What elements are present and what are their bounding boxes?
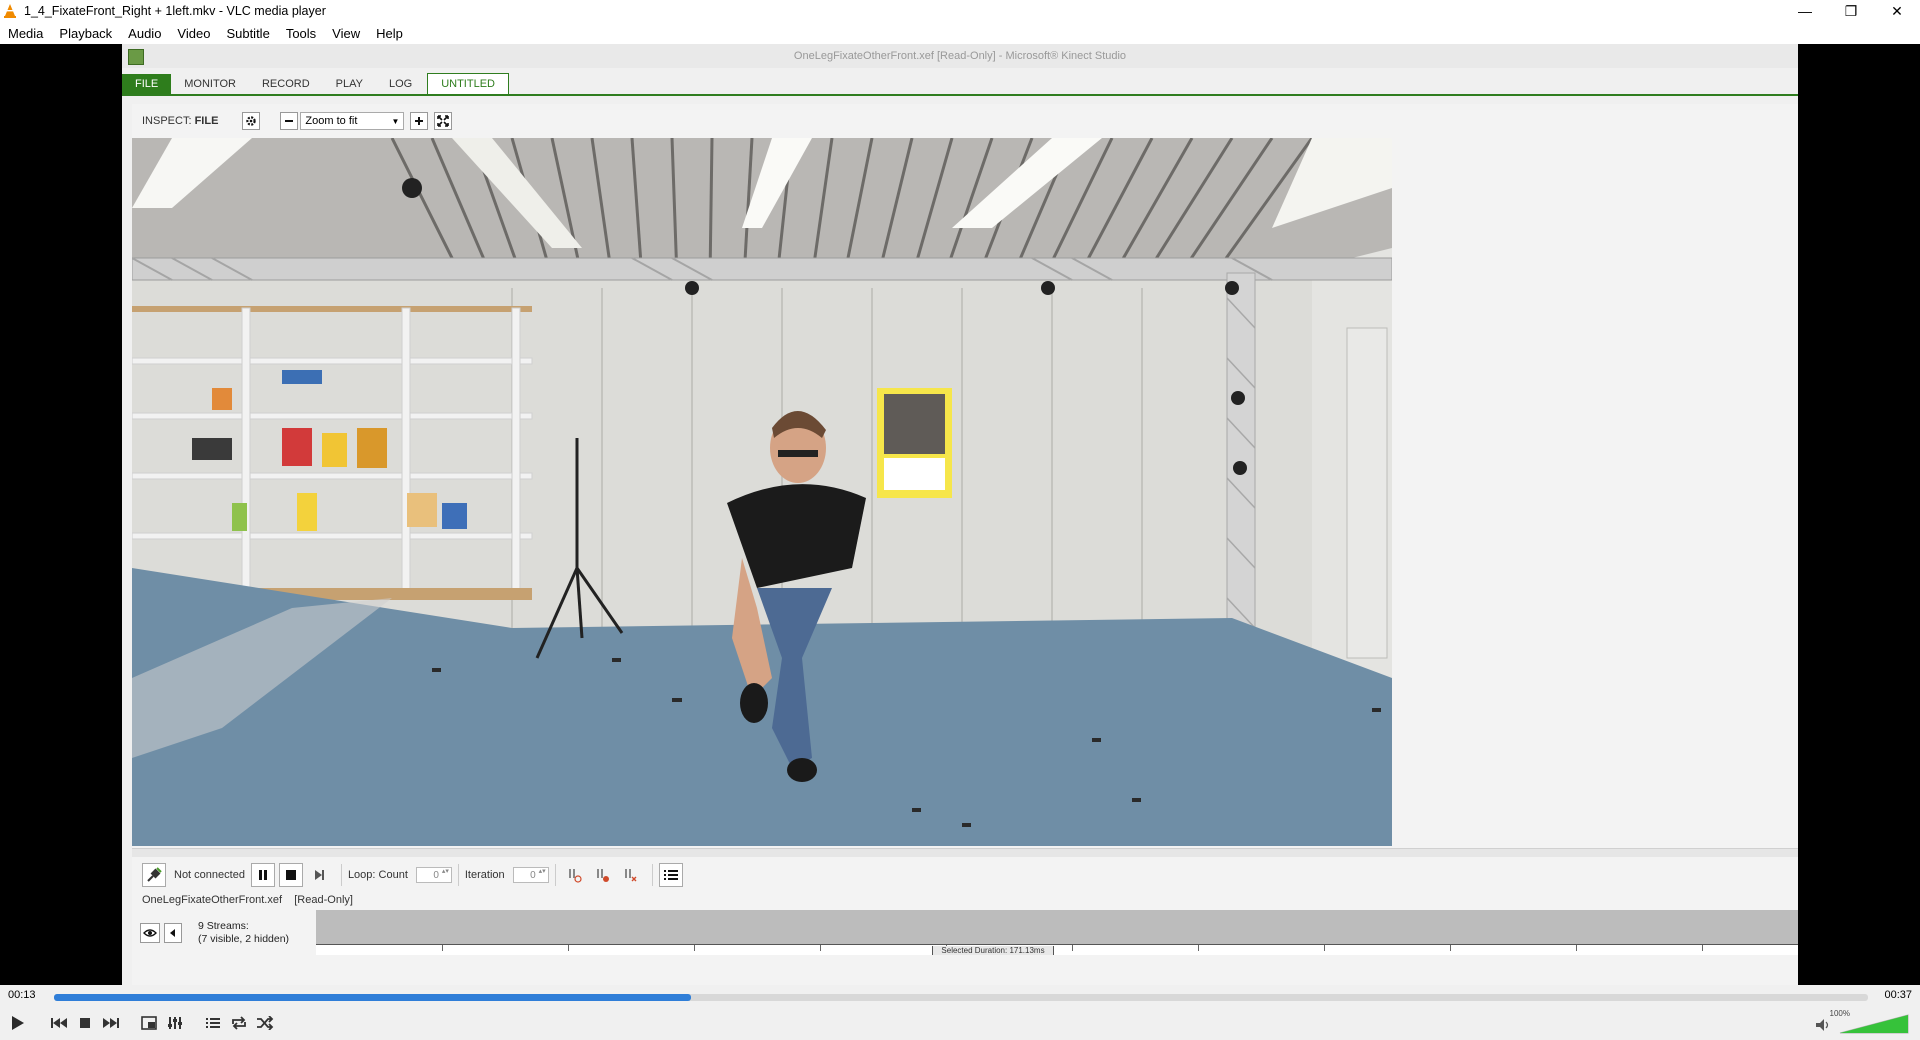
set-pause-point-icon[interactable] xyxy=(590,863,614,887)
selected-duration: Selected Duration: 171.13ms xyxy=(932,946,1054,955)
vlc-button-row xyxy=(4,1010,278,1036)
vlc-title-bar: 1_4_FixateFront_Right + 1left.mkv - VLC … xyxy=(0,0,1920,22)
tab-play[interactable]: PLAY xyxy=(323,74,376,94)
zoom-out-button[interactable] xyxy=(280,112,299,130)
file-name: OneLegFixateOtherFront.xef xyxy=(142,894,283,906)
stream-track[interactable] xyxy=(316,910,1798,944)
stop-icon[interactable] xyxy=(72,1012,98,1034)
kinect-studio-window: OneLegFixateOtherFront.xef [Read-Only] -… xyxy=(122,44,1798,985)
playlist-icon[interactable] xyxy=(200,1012,226,1034)
previous-icon[interactable] xyxy=(46,1012,72,1034)
eye-icon[interactable] xyxy=(140,923,160,943)
divider xyxy=(651,864,653,886)
inspect-label: INSPECT: FILE xyxy=(142,115,219,127)
restore-button[interactable]: ❐ xyxy=(1828,0,1874,22)
menu-bar: Media Playback Audio Video Subtitle Tool… xyxy=(0,22,1920,44)
kinect-studio-content: INSPECT: FILE Zoom to fit ▼ Not connecte… xyxy=(132,104,1798,985)
menu-help[interactable]: Help xyxy=(368,26,411,41)
iteration-stepper[interactable]: 0 xyxy=(512,867,549,883)
streams-count: 9 Streams: xyxy=(198,920,249,932)
file-info: OneLegFixateOtherFront.xef [Read-Only] xyxy=(142,894,353,906)
settings-gear-icon[interactable] xyxy=(242,112,261,130)
tab-log[interactable]: LOG xyxy=(376,74,425,94)
seek-bar[interactable] xyxy=(54,994,1868,1001)
menu-video[interactable]: Video xyxy=(169,26,218,41)
divider xyxy=(554,864,556,886)
tab-monitor[interactable]: MONITOR xyxy=(171,74,249,94)
menu-view[interactable]: View xyxy=(324,26,368,41)
chevron-down-icon: ▼ xyxy=(391,117,400,126)
kinect-studio-tabs: FILE MONITOR RECORD PLAY LOG UNTITLED xyxy=(122,72,1798,96)
splitter[interactable] xyxy=(132,848,1798,857)
streams-panel: 9 Streams: (7 visible, 2 hidden) Selecte… xyxy=(132,910,1798,955)
read-only-badge: [Read-Only] xyxy=(294,894,353,906)
divider xyxy=(457,864,459,886)
vlc-controls: 00:13 00:37 100% xyxy=(0,985,1920,1040)
next-icon[interactable] xyxy=(98,1012,124,1034)
play-icon[interactable] xyxy=(4,1012,30,1034)
iteration-value: 0 xyxy=(530,869,536,881)
loop-count-value: 0 xyxy=(433,869,439,881)
menu-subtitle[interactable]: Subtitle xyxy=(218,26,277,41)
loop-icon[interactable] xyxy=(226,1012,252,1034)
kinect-studio-app-icon xyxy=(128,49,144,65)
collapse-arrow-icon[interactable] xyxy=(164,923,182,943)
kinect-studio-titlebar: OneLegFixateOtherFront.xef [Read-Only] -… xyxy=(122,44,1798,68)
minimize-button[interactable]: — xyxy=(1782,0,1828,22)
extended-settings-icon[interactable] xyxy=(162,1012,188,1034)
zoom-select[interactable]: Zoom to fit ▼ xyxy=(300,112,405,130)
zoom-select-value: Zoom to fit xyxy=(305,115,358,127)
divider xyxy=(340,864,342,886)
kinect-studio-title: OneLegFixateOtherFront.xef [Read-Only] -… xyxy=(793,50,1127,62)
timeline-ruler[interactable]: Selected Duration: 171.13ms xyxy=(316,944,1798,955)
shuffle-icon[interactable] xyxy=(252,1012,278,1034)
volume-control[interactable]: 100% xyxy=(1814,1009,1910,1035)
time-total: 00:37 xyxy=(1884,989,1912,1001)
fullscreen-icon[interactable] xyxy=(136,1012,162,1034)
fit-to-window-icon[interactable] xyxy=(434,112,453,130)
menu-playback[interactable]: Playback xyxy=(51,26,120,41)
loop-count-stepper[interactable]: 0 xyxy=(415,867,452,883)
color-stream-frame xyxy=(132,138,1392,846)
window-title: 1_4_FixateFront_Right + 1left.mkv - VLC … xyxy=(24,4,326,18)
close-button[interactable]: ✕ xyxy=(1874,0,1920,22)
inspect-toolbar: INSPECT: FILE Zoom to fit ▼ xyxy=(132,104,1798,138)
vlc-cone-icon xyxy=(4,4,16,18)
seek-progress xyxy=(54,994,691,1001)
remove-pause-point-icon[interactable] xyxy=(618,863,642,887)
add-pause-point-icon[interactable] xyxy=(562,863,586,887)
stop-button[interactable] xyxy=(278,863,303,887)
menu-audio[interactable]: Audio xyxy=(120,26,169,41)
connection-status: Not connected xyxy=(174,869,245,881)
connect-plug-icon[interactable] xyxy=(142,863,166,887)
list-icon[interactable] xyxy=(658,863,683,887)
streams-visibility: (7 visible, 2 hidden) xyxy=(198,933,290,945)
menu-media[interactable]: Media xyxy=(0,26,51,41)
tab-untitled[interactable]: UNTITLED xyxy=(427,73,509,94)
time-elapsed: 00:13 xyxy=(8,989,36,1001)
playback-toolbar: Not connected Loop: Count 0 Iteration 0 xyxy=(132,860,1798,890)
zoom-in-button[interactable] xyxy=(410,112,429,130)
streams-summary: 9 Streams: (7 visible, 2 hidden) xyxy=(198,920,289,946)
menu-tools[interactable]: Tools xyxy=(278,26,324,41)
speaker-icon[interactable] xyxy=(1816,1019,1829,1031)
pause-button[interactable] xyxy=(250,863,275,887)
tab-record[interactable]: RECORD xyxy=(249,74,323,94)
iteration-label: Iteration xyxy=(464,869,505,881)
step-forward-icon[interactable] xyxy=(307,863,331,887)
loop-count-label: Loop: Count xyxy=(347,869,408,881)
tab-file[interactable]: FILE xyxy=(122,74,172,94)
